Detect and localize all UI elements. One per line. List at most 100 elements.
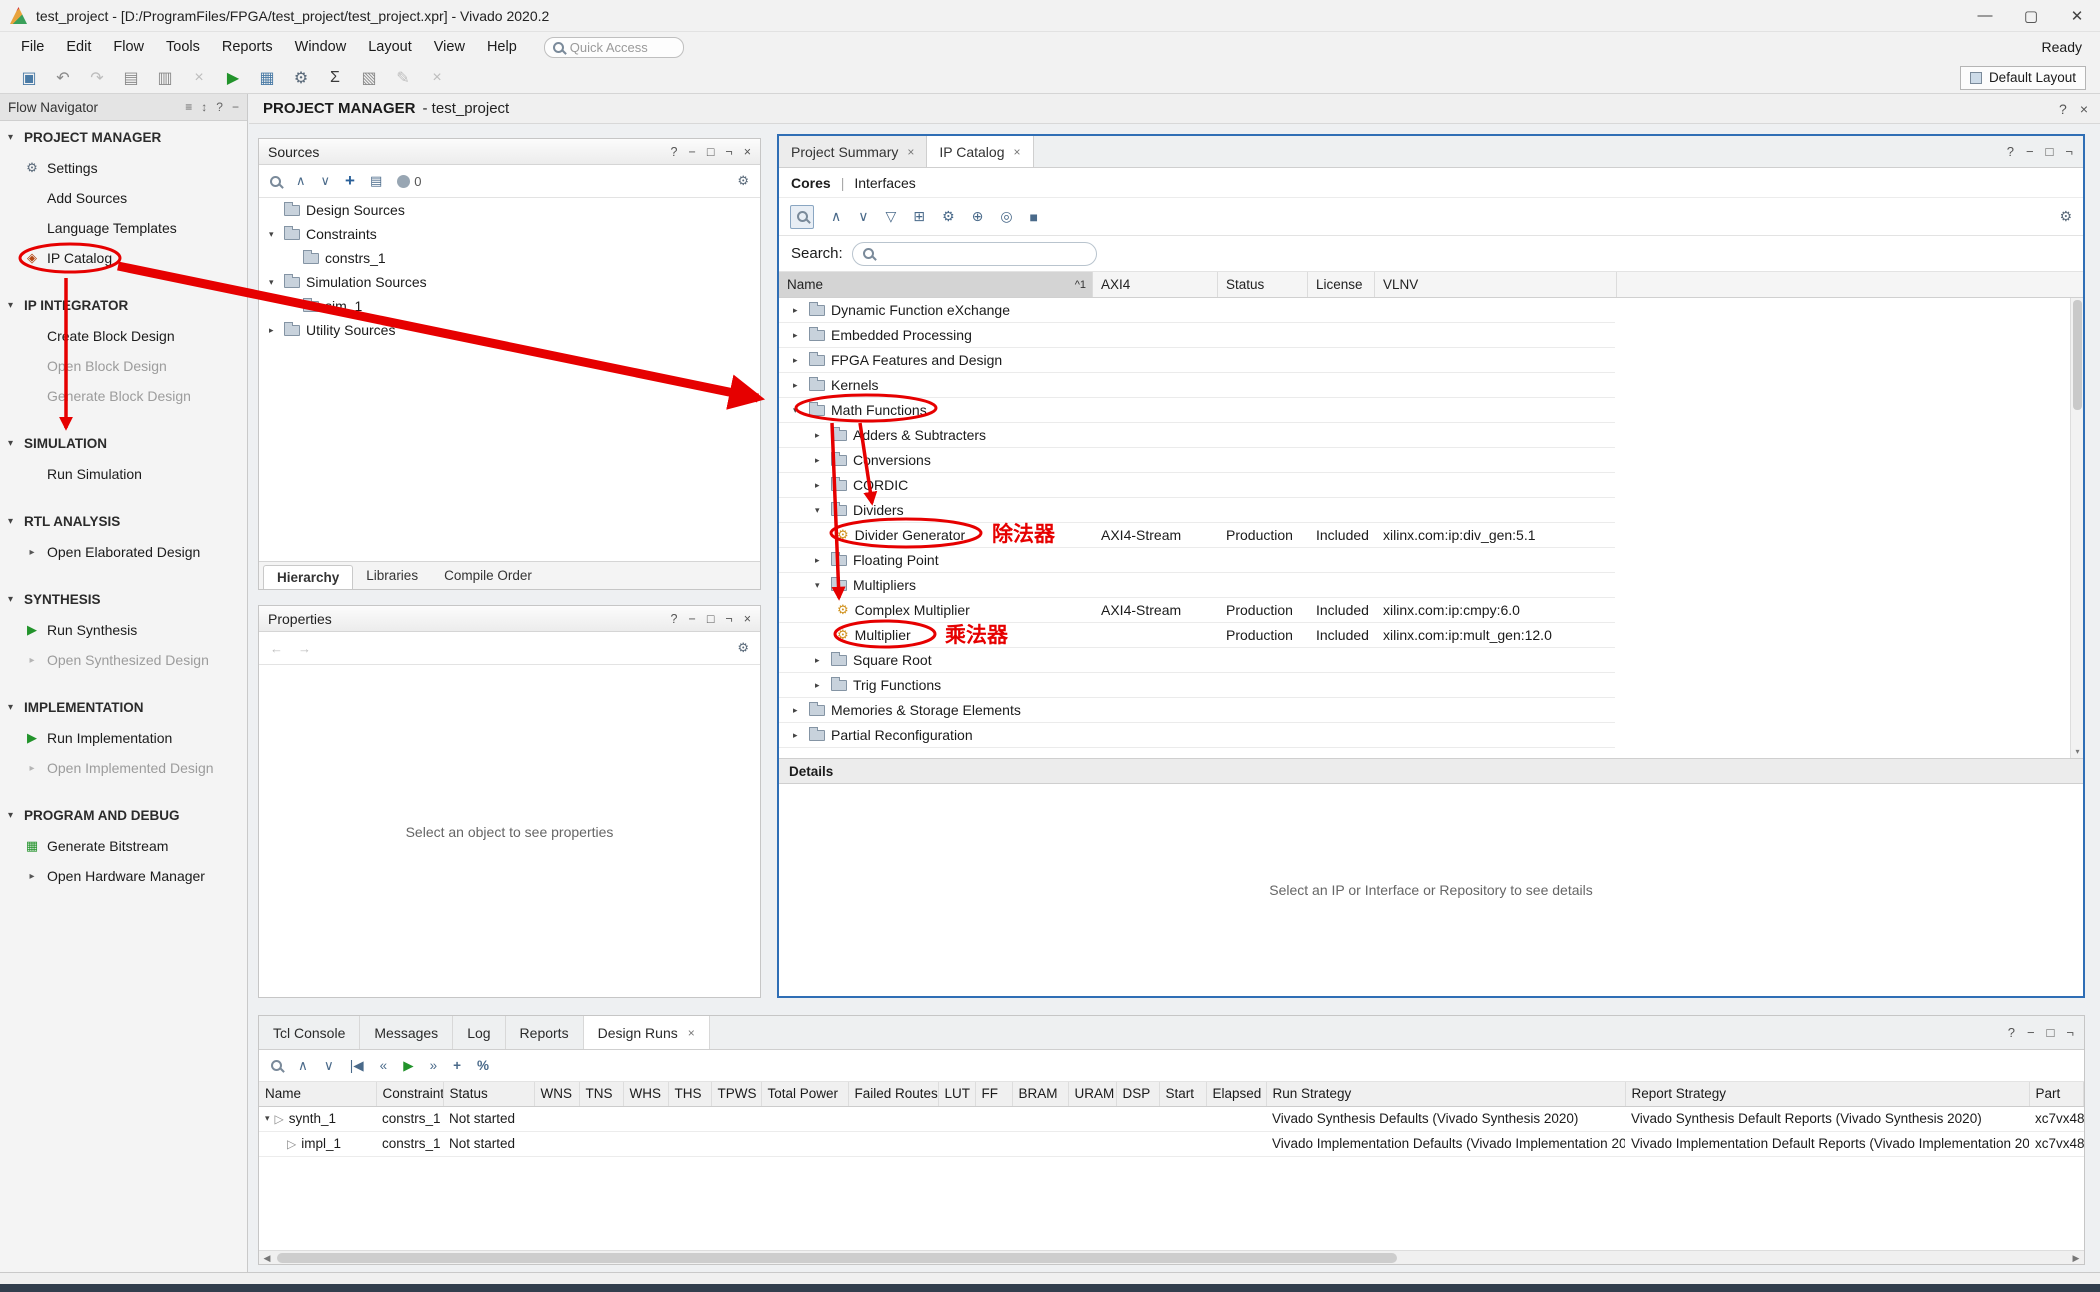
chevron-down-icon[interactable]: ▾: [8, 132, 18, 143]
menu-flow[interactable]: Flow: [102, 39, 155, 55]
scroll-right-icon[interactable]: ▶: [2068, 1251, 2084, 1265]
minimize-icon[interactable]: −: [689, 145, 696, 159]
section-header-program-and-debug[interactable]: ▾ PROGRAM AND DEBUG: [0, 799, 247, 831]
tree-row-simulation-sources[interactable]: ▾ Simulation Sources: [259, 270, 760, 294]
run-icon[interactable]: ▶: [216, 68, 250, 88]
tree-row-complex-multiplier[interactable]: ⚙Complex Multiplier AXI4-Stream Producti…: [779, 598, 1615, 623]
menu-reports[interactable]: Reports: [211, 39, 284, 55]
column-header[interactable]: TPWS: [711, 1082, 761, 1106]
chevron-right-icon[interactable]: ▸: [793, 330, 809, 341]
collapse-all-icon[interactable]: ∧: [831, 208, 841, 225]
close-icon[interactable]: ×: [1014, 145, 1021, 159]
ip-search-input[interactable]: [852, 242, 1097, 266]
expand-all-icon[interactable]: ∨: [324, 1058, 334, 1074]
gear-icon[interactable]: ⚙: [737, 640, 749, 656]
column-header[interactable]: Status: [443, 1082, 534, 1106]
tree-row-fpga-features[interactable]: ▸FPGA Features and Design: [779, 348, 1615, 373]
minimize-icon[interactable]: −: [2027, 1025, 2035, 1040]
chevron-right-icon[interactable]: ▸: [815, 555, 831, 566]
tab-hierarchy[interactable]: Hierarchy: [263, 565, 353, 589]
menu-edit[interactable]: Edit: [55, 39, 102, 55]
tree-row-square-root[interactable]: ▸Square Root: [779, 648, 1615, 673]
gear-icon[interactable]: ⚙: [737, 173, 749, 189]
flow-nav-item-open-hardware-manager[interactable]: ▸ Open Hardware Manager: [0, 861, 247, 891]
column-header[interactable]: BRAM: [1012, 1082, 1068, 1106]
chevron-right-icon[interactable]: ▸: [793, 730, 809, 741]
column-header-license[interactable]: License: [1308, 272, 1375, 297]
flow-nav-item-generate-bitstream[interactable]: ▦ Generate Bitstream: [0, 831, 247, 861]
sources-panel-header[interactable]: Sources ? − □ ¬ ×: [259, 139, 760, 165]
undo-icon[interactable]: ↶: [46, 68, 80, 88]
tree-row-sim-1[interactable]: sim_1: [259, 294, 760, 318]
flow-nav-item-run-simulation[interactable]: Run Simulation: [0, 459, 247, 489]
column-header[interactable]: Start: [1159, 1082, 1206, 1106]
chevron-down-icon[interactable]: ▾: [8, 594, 18, 605]
add-sources-icon[interactable]: +: [345, 171, 355, 191]
back-icon[interactable]: ←: [270, 641, 283, 656]
tab-log[interactable]: Log: [453, 1016, 505, 1049]
window-minimize-button[interactable]: —: [1962, 0, 2008, 31]
flow-nav-item-run-implementation[interactable]: ▶ Run Implementation: [0, 723, 247, 753]
tree-row-constraints[interactable]: ▾ Constraints: [259, 222, 760, 246]
minimize-icon[interactable]: −: [2026, 144, 2034, 159]
subtab-interfaces[interactable]: Interfaces: [854, 175, 915, 191]
target-icon[interactable]: ◎: [1000, 208, 1012, 225]
expand-all-icon[interactable]: ∨: [858, 208, 868, 225]
save-icon[interactable]: ▣: [12, 68, 46, 88]
chevron-right-icon[interactable]: ▸: [269, 325, 284, 336]
column-header[interactable]: WNS: [534, 1082, 579, 1106]
menu-file[interactable]: File: [10, 39, 55, 55]
column-header[interactable]: FF: [975, 1082, 1012, 1106]
delete-icon[interactable]: ×: [182, 69, 216, 87]
window-maximize-button[interactable]: ▢: [2008, 0, 2054, 31]
dock-icon[interactable]: ¬: [725, 145, 732, 159]
menu-icon[interactable]: ≡: [185, 100, 192, 114]
tree-row-divider-generator[interactable]: ⚙Divider Generator AXI4-Stream Productio…: [779, 523, 1615, 548]
scrollbar-thumb[interactable]: [2073, 300, 2082, 410]
dock-icon[interactable]: ¬: [2066, 1025, 2074, 1040]
collapse-all-icon[interactable]: ∧: [298, 1058, 308, 1074]
help-icon[interactable]: ?: [2007, 144, 2014, 159]
chevron-down-icon[interactable]: ▾: [793, 405, 809, 416]
help-icon[interactable]: ?: [671, 145, 678, 159]
help-icon[interactable]: ?: [2008, 1025, 2015, 1040]
chevron-right-icon[interactable]: ▸: [793, 305, 809, 316]
expand-all-icon[interactable]: ∨: [321, 173, 331, 189]
column-header[interactable]: DSP: [1116, 1082, 1159, 1106]
tab-project-summary[interactable]: Project Summary ×: [779, 136, 927, 167]
stop-icon[interactable]: ■: [1030, 209, 1038, 225]
column-header[interactable]: Name: [259, 1082, 376, 1106]
go-to-start-icon[interactable]: |◀: [350, 1058, 364, 1074]
chevron-down-icon[interactable]: ▾: [8, 516, 18, 527]
chevron-right-icon[interactable]: ▸: [815, 655, 831, 666]
chevron-down-icon[interactable]: ▾: [8, 300, 18, 311]
tab-tcl-console[interactable]: Tcl Console: [259, 1016, 360, 1049]
float-icon[interactable]: □: [2047, 1025, 2055, 1040]
tree-row-conversions[interactable]: ▸Conversions: [779, 448, 1615, 473]
chevron-down-icon[interactable]: ▾: [8, 702, 18, 713]
close-icon[interactable]: ×: [688, 1026, 695, 1040]
step-back-icon[interactable]: «: [380, 1058, 388, 1073]
float-icon[interactable]: □: [707, 145, 715, 159]
column-header[interactable]: URAM: [1068, 1082, 1116, 1106]
chevron-down-icon[interactable]: ▾: [265, 1113, 270, 1124]
minimize-icon[interactable]: −: [232, 100, 239, 114]
chevron-down-icon[interactable]: ▾: [8, 810, 18, 821]
column-header[interactable]: WHS: [623, 1082, 668, 1106]
tab-compile-order[interactable]: Compile Order: [431, 562, 545, 589]
dock-icon[interactable]: ¬: [725, 612, 732, 626]
column-header-vlnv[interactable]: VLNV: [1375, 272, 1617, 297]
tree-row-floating-point[interactable]: ▸Floating Point: [779, 548, 1615, 573]
chevron-right-icon[interactable]: ▸: [793, 380, 809, 391]
flow-nav-item-settings[interactable]: ⚙ Settings: [0, 153, 247, 183]
chevron-right-icon[interactable]: ▸: [815, 430, 831, 441]
chevron-right-icon[interactable]: ▸: [793, 355, 809, 366]
chevron-right-icon[interactable]: ▸: [815, 480, 831, 491]
collapse-all-icon[interactable]: ∧: [296, 173, 306, 189]
float-icon[interactable]: □: [2046, 144, 2054, 159]
properties-panel-header[interactable]: Properties ? − □ ¬ ×: [259, 606, 760, 632]
tree-row-multipliers[interactable]: ▾Multipliers: [779, 573, 1615, 598]
flow-nav-item-add-sources[interactable]: Add Sources: [0, 183, 247, 213]
column-header-axi4[interactable]: AXI4: [1093, 272, 1218, 297]
chevron-down-icon[interactable]: ▾: [815, 580, 831, 591]
